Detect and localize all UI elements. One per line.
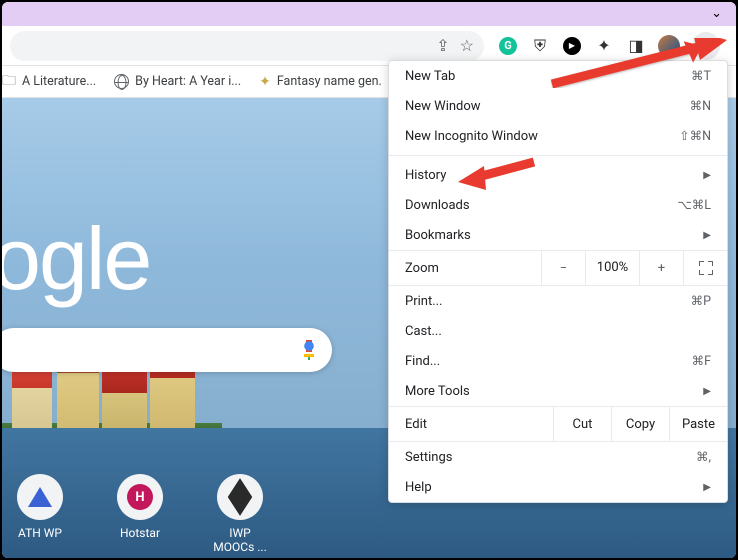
chevron-right-icon: ▶ [703,482,711,493]
menu-print[interactable]: Print... ⌘P [389,286,727,316]
shortcut-text: ⌘F [692,353,711,369]
shortcut-text: ⌘T [691,68,711,84]
menu-history[interactable]: History ▶ [389,160,727,190]
menu-zoom: Zoom − 100% + [389,250,727,286]
menu-cast[interactable]: Cast... [389,316,727,346]
avatar[interactable] [658,35,680,57]
menu-bookmarks[interactable]: Bookmarks ▶ [389,220,727,250]
menu-label: Find... [405,354,440,369]
google-logo: ogle [2,208,150,310]
play-icon[interactable]: ▶ [562,36,582,56]
shortcut-item[interactable]: H Hotstar [110,474,170,554]
bookmark-label: A Literature... [22,74,96,89]
menu-new-window[interactable]: New Window ⌘N [389,91,727,121]
sidepanel-icon[interactable]: ◨ [626,36,646,56]
bookmark-star-icon[interactable]: ☆ [460,36,474,55]
menu-label: Cast... [405,324,442,339]
puzzle-icon[interactable]: ✦ [594,36,614,56]
bookmark-item[interactable]: ✦ Fantasy name gen. [259,74,382,90]
zoom-value: 100% [585,250,639,286]
share-icon[interactable]: ⇪ [436,36,449,55]
bookmark-item[interactable]: 🗀 A Literature... [2,70,96,94]
menu-edit: Edit Cut Copy Paste [389,406,727,442]
menu-find[interactable]: Find... ⌘F [389,346,727,376]
window-tabstrip: ⌄ [2,2,736,26]
cube-icon [228,478,252,516]
menu-label: Print... [405,294,442,309]
shortcut-text: ⌘, [696,449,711,465]
grammarly-icon[interactable]: G [498,36,518,56]
menu-settings[interactable]: Settings ⌘, [389,442,727,472]
shortcut-item[interactable]: ATH WP [10,474,70,554]
menu-label: New Window [405,99,481,114]
menu-help[interactable]: Help ▶ [389,472,727,502]
globe-icon [114,74,129,89]
search-input[interactable] [2,328,332,372]
zoom-out-button[interactable]: − [541,250,585,286]
zoom-in-button[interactable]: + [639,250,683,286]
shortcut-text: ⇧⌘N [679,128,711,144]
extensions-tray: G ⛨ ▶ ✦ ◨ ⋮ [484,32,728,60]
chevron-down-icon[interactable]: ⌄ [711,6,722,21]
star-icon: ✦ [259,74,271,90]
shortcut-label: ATH WP [18,526,62,540]
edit-copy-button[interactable]: Copy [611,406,669,442]
bookmark-item[interactable]: By Heart: A Year i... [114,74,241,89]
zoom-label: Zoom [405,261,541,276]
fullscreen-button[interactable] [683,250,727,286]
chevron-right-icon: ▶ [703,386,711,397]
menu-label: New Tab [405,69,455,84]
chevron-right-icon: ▶ [703,170,711,181]
shield-icon[interactable]: ⛨ [530,36,550,56]
edit-label: Edit [405,417,553,432]
shortcut-label: Hotstar [120,526,160,540]
menu-label: Help [405,480,432,495]
edit-paste-button[interactable]: Paste [669,406,727,442]
menu-new-tab[interactable]: New Tab ⌘T [389,61,727,91]
shortcut-item[interactable]: IWP MOOCs ... [210,474,270,554]
kebab-menu-icon[interactable]: ⋮ [692,32,720,60]
shortcut-text: ⌘P [691,293,711,309]
menu-label: More Tools [405,384,470,399]
menu-label: Downloads [405,198,470,213]
shortcut-row: ATH WP H Hotstar IWP MOOCs ... [2,474,270,554]
triangle-icon [28,487,52,507]
menu-label: New Incognito Window [405,129,538,144]
bookmark-label: Fantasy name gen. [277,74,382,89]
edit-cut-button[interactable]: Cut [553,406,611,442]
fullscreen-icon [699,261,713,275]
menu-label: Settings [405,450,452,465]
shortcut-text: ⌥⌘L [677,197,711,213]
menu-separator [389,155,727,156]
hotstar-icon: H [127,484,153,510]
shortcut-text: ⌘N [690,98,711,114]
bookmark-label: By Heart: A Year i... [135,74,241,89]
omnibox[interactable]: ⇪ ☆ [10,31,484,61]
folder-icon: 🗀 [2,70,16,94]
menu-label: Bookmarks [405,228,471,243]
menu-more-tools[interactable]: More Tools ▶ [389,376,727,406]
chevron-right-icon: ▶ [703,230,711,241]
menu-label: History [405,168,446,183]
menu-new-incognito[interactable]: New Incognito Window ⇧⌘N [389,121,727,151]
menu-downloads[interactable]: Downloads ⌥⌘L [389,190,727,220]
chrome-menu: New Tab ⌘T New Window ⌘N New Incognito W… [388,60,728,503]
mic-icon[interactable] [302,340,316,360]
shortcut-label: IWP MOOCs ... [210,526,270,554]
